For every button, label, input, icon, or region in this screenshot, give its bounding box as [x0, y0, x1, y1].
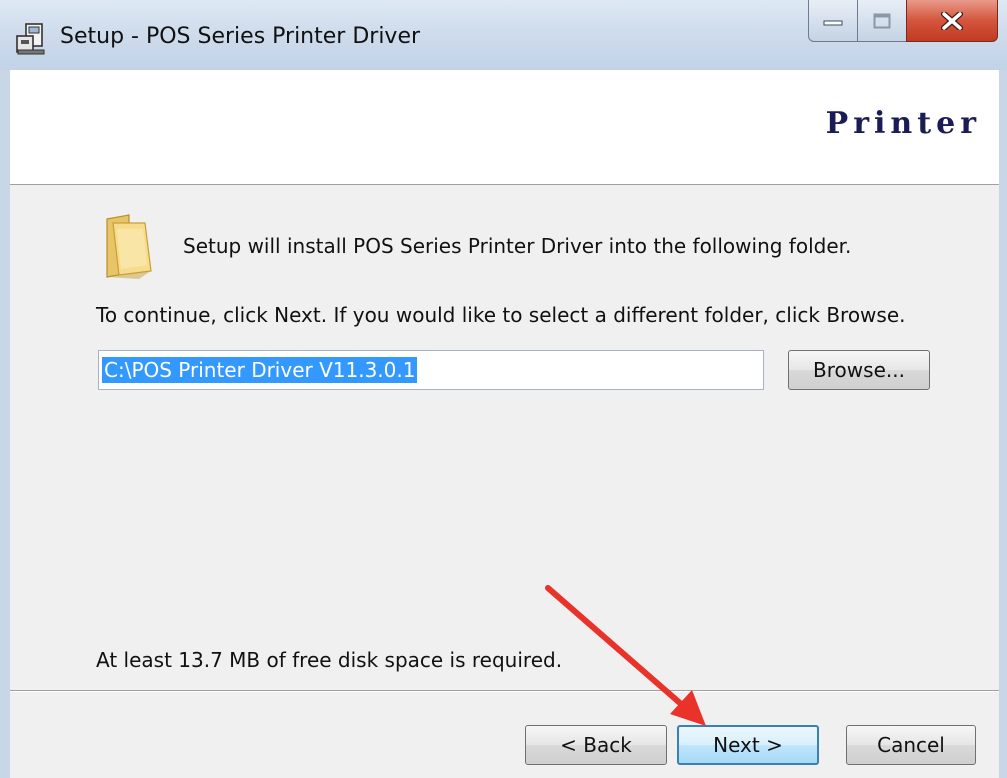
wizard-header: Printer [10, 70, 999, 185]
intro-text: Setup will install POS Series Printer Dr… [183, 234, 852, 258]
browse-button-label: Browse... [813, 358, 905, 382]
disk-space-text: At least 13.7 MB of free disk space is r… [96, 648, 563, 672]
next-button-label: Next > [713, 733, 783, 757]
wizard-footer: < Back Next > Cancel [10, 692, 999, 778]
maximize-button[interactable] [857, 0, 907, 42]
install-path-value: C:\POS Printer Driver V11.3.0.1 [102, 357, 418, 383]
window-title: Setup - POS Series Printer Driver [60, 24, 421, 49]
setup-installer-icon [14, 22, 48, 56]
minimize-icon [823, 20, 843, 25]
maximize-icon [873, 13, 891, 28]
back-button-label: < Back [560, 733, 632, 757]
wizard-content: Setup will install POS Series Printer Dr… [10, 185, 999, 690]
close-icon [941, 11, 963, 30]
cancel-button-label: Cancel [877, 733, 945, 757]
instruction-text: To continue, click Next. If you would li… [96, 303, 906, 327]
title-bar[interactable]: Setup - POS Series Printer Driver [0, 0, 1007, 70]
window-frame-left [0, 70, 10, 778]
cancel-button[interactable]: Cancel [846, 725, 976, 765]
install-path-input[interactable]: C:\POS Printer Driver V11.3.0.1 [98, 350, 764, 390]
back-button[interactable]: < Back [525, 725, 667, 765]
browse-button[interactable]: Browse... [788, 350, 930, 390]
setup-window: Setup - POS Series Printer Driver Printe… [0, 0, 1007, 778]
window-frame-right [999, 70, 1007, 778]
folder-icon [99, 213, 159, 279]
brand-logo-text: Printer [825, 106, 981, 141]
close-button[interactable] [906, 0, 998, 42]
minimize-button[interactable] [808, 0, 858, 42]
next-button[interactable]: Next > [677, 725, 819, 765]
